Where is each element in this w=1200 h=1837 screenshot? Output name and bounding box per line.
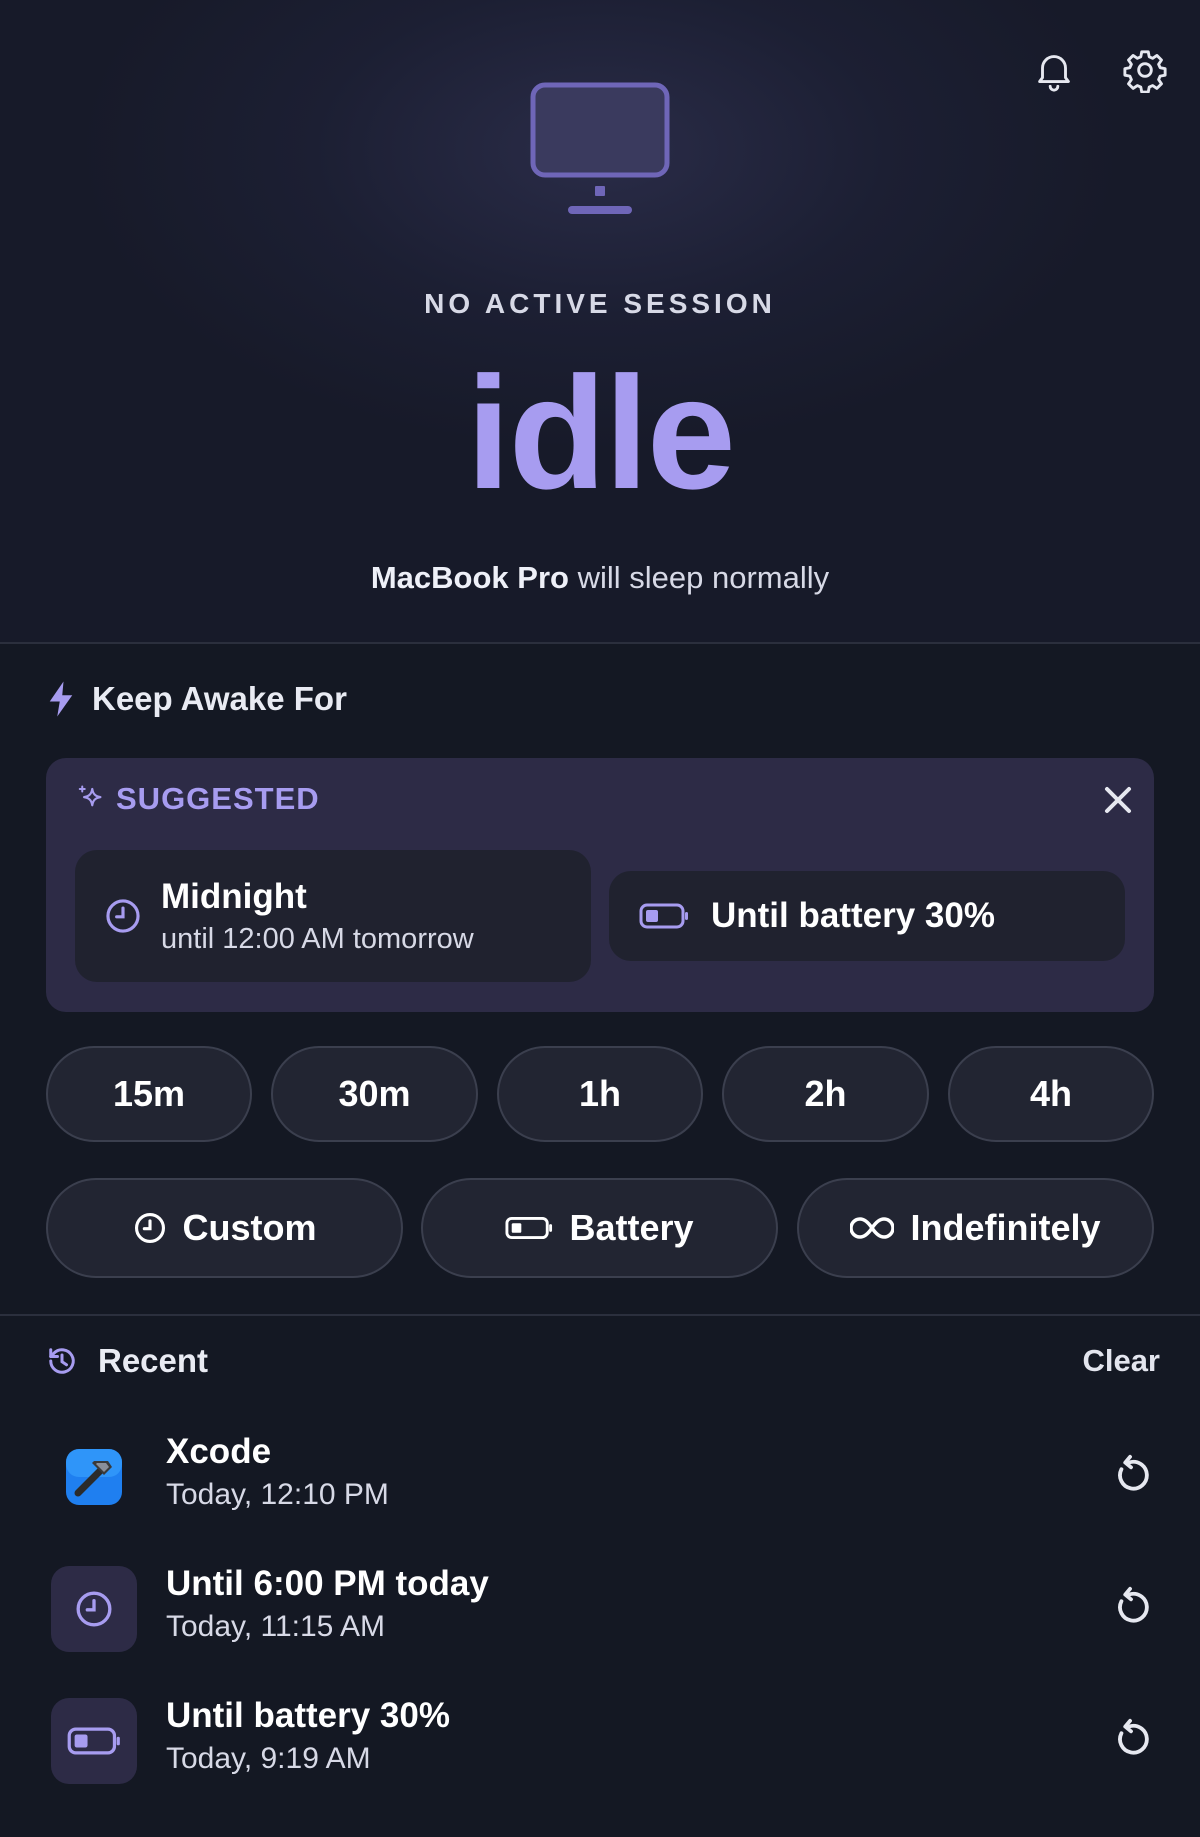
device-status-suffix: will sleep normally bbox=[577, 560, 830, 595]
bolt-icon bbox=[49, 681, 73, 717]
clock-icon bbox=[106, 899, 140, 933]
status-header: NO ACTIVE SESSION idle MacBook Pro will … bbox=[0, 0, 1200, 644]
suggestion-subtitle: until 12:00 AM tomorrow bbox=[161, 922, 474, 955]
sparkle-icon bbox=[78, 785, 102, 807]
indefinitely-button[interactable]: Indefinitely bbox=[797, 1178, 1154, 1278]
history-icon bbox=[49, 1348, 75, 1374]
session-status-label: NO ACTIVE SESSION bbox=[424, 288, 776, 319]
keep-awake-title: Keep Awake For bbox=[92, 680, 347, 717]
suggested-label: SUGGESTED bbox=[116, 781, 320, 816]
duration-2h-button[interactable]: 2h bbox=[722, 1046, 929, 1142]
recent-item-time: Today, 12:10 PM bbox=[166, 1478, 389, 1511]
custom-button[interactable]: Custom bbox=[46, 1178, 403, 1278]
recent-item[interactable]: Until battery 30% Today, 9:19 AM bbox=[0, 1684, 1200, 1794]
clock-icon bbox=[134, 1212, 165, 1244]
recent-item-title: Until battery 30% bbox=[166, 1696, 450, 1735]
close-icon[interactable] bbox=[1096, 778, 1140, 822]
battery-label: Battery bbox=[569, 1207, 694, 1248]
device-status-text: MacBook Pro will sleep normally bbox=[0, 560, 1200, 596]
suggested-panel: SUGGESTED Midnight until 12:00 AM tomorr… bbox=[46, 758, 1154, 1012]
indefinitely-label: Indefinitely bbox=[910, 1207, 1101, 1248]
recent-heading: Recent bbox=[44, 1342, 208, 1380]
recent-item-time: Today, 11:15 AM bbox=[166, 1610, 386, 1643]
recent-item-title: Until 6:00 PM today bbox=[166, 1564, 489, 1603]
recent-item-title: Xcode bbox=[166, 1432, 272, 1471]
display-icon bbox=[530, 82, 670, 214]
keep-awake-heading: Keep Awake For bbox=[46, 680, 347, 718]
recent-item-time: Today, 9:19 AM bbox=[166, 1742, 371, 1775]
state-value: idle bbox=[466, 343, 736, 522]
xcode-app-icon bbox=[51, 1434, 137, 1520]
suggestion-title: Midnight bbox=[161, 876, 307, 916]
device-name: MacBook Pro bbox=[370, 560, 569, 595]
duration-1h-button[interactable]: 1h bbox=[497, 1046, 703, 1142]
replay-icon[interactable] bbox=[1108, 1584, 1154, 1630]
duration-15m-button[interactable]: 15m bbox=[46, 1046, 252, 1142]
battery-icon bbox=[505, 1216, 553, 1240]
suggestion-title: Until battery 30% bbox=[711, 896, 995, 935]
clock-icon bbox=[51, 1566, 137, 1652]
recent-item[interactable]: Until 6:00 PM today Today, 11:15 AM bbox=[0, 1552, 1200, 1662]
battery-button[interactable]: Battery bbox=[421, 1178, 778, 1278]
clear-recent-button[interactable]: Clear bbox=[1040, 1343, 1160, 1387]
recent-title: Recent bbox=[98, 1342, 209, 1379]
replay-icon[interactable] bbox=[1108, 1452, 1154, 1498]
suggestion-midnight[interactable]: Midnight until 12:00 AM tomorrow bbox=[75, 850, 591, 982]
gear-icon[interactable] bbox=[1119, 44, 1171, 96]
bell-icon[interactable] bbox=[1028, 44, 1080, 96]
battery-icon bbox=[639, 903, 688, 929]
replay-icon[interactable] bbox=[1108, 1716, 1154, 1762]
recent-item[interactable]: Xcode Today, 12:10 PM bbox=[0, 1420, 1200, 1530]
suggestion-battery[interactable]: Until battery 30% bbox=[609, 871, 1125, 961]
infinity-icon bbox=[850, 1217, 895, 1239]
custom-label: Custom bbox=[182, 1207, 317, 1248]
duration-30m-button[interactable]: 30m bbox=[271, 1046, 478, 1142]
battery-icon bbox=[51, 1698, 137, 1784]
duration-4h-button[interactable]: 4h bbox=[948, 1046, 1154, 1142]
section-divider bbox=[0, 1314, 1200, 1316]
